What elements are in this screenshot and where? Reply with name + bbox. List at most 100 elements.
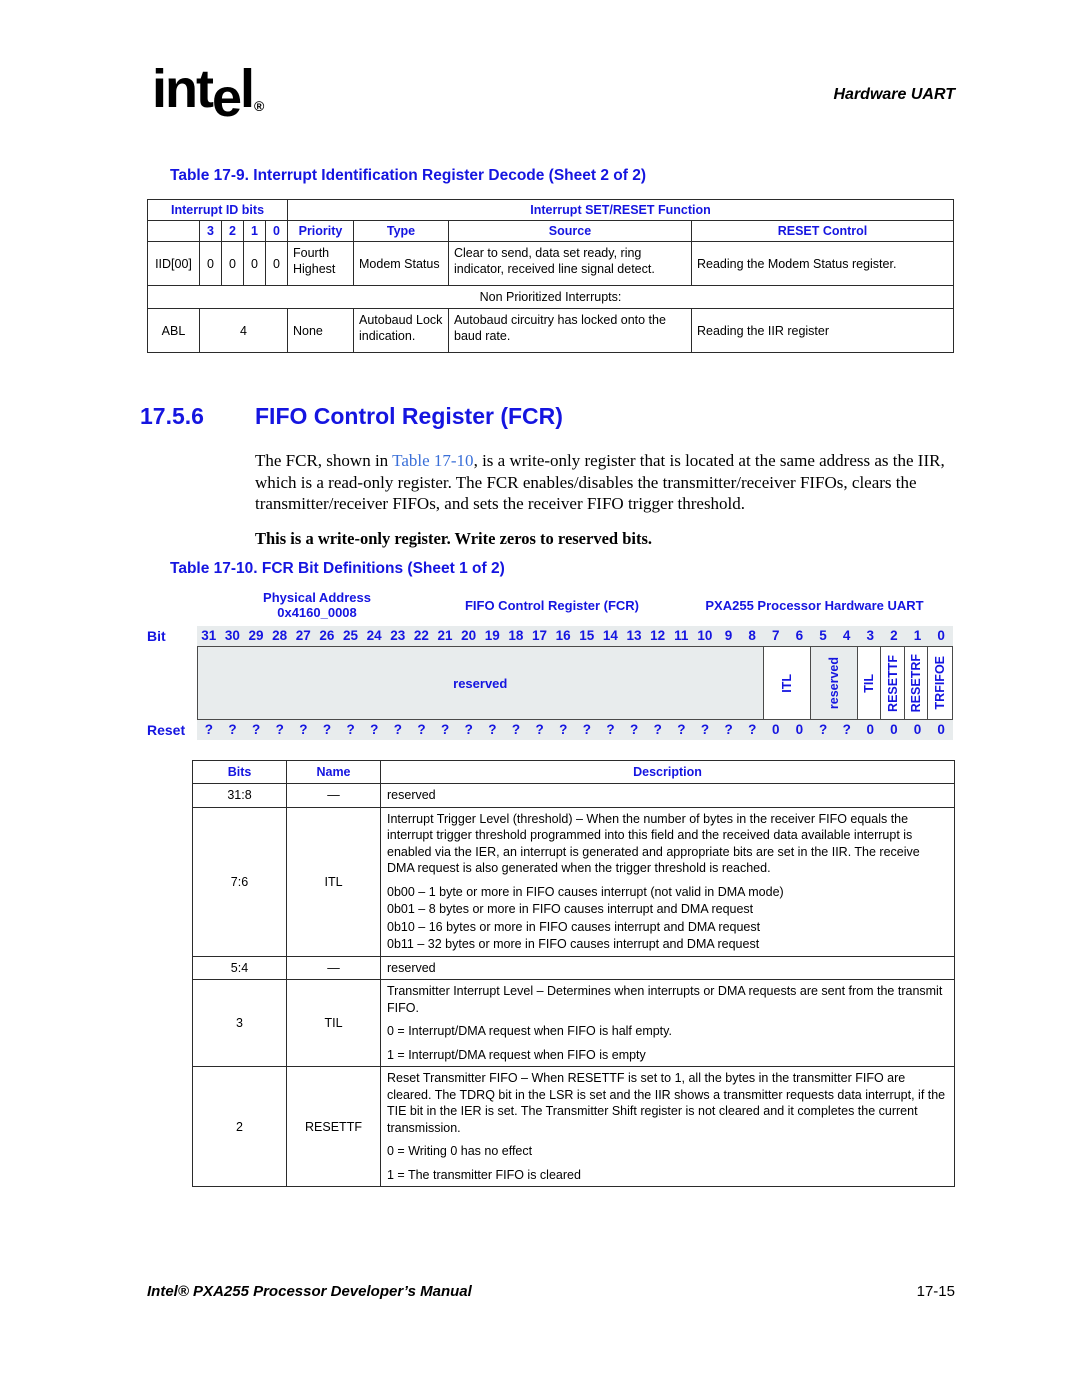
reset-value-bit-27: ?	[299, 722, 308, 737]
cell-name: TIL	[286, 979, 381, 1067]
reset-value-bit-1: 0	[913, 722, 922, 737]
bit-numbers-row: Bit 31 30 29 28 27 26 25 24 23 22 21 20 19 18 17 16 15 14…	[147, 626, 953, 646]
col-group-interrupt-id-bits: Interrupt ID bits	[147, 199, 288, 221]
bit-number-30: 30	[224, 628, 240, 643]
col-source: Source	[448, 220, 692, 242]
col-description: Description	[380, 760, 955, 784]
col-bit-3: 3	[199, 220, 222, 242]
reset-value-bit-28: ?	[275, 722, 284, 737]
register-name-caption: FIFO Control Register (FCR)	[464, 598, 640, 613]
reset-value-bit-2: 0	[890, 722, 898, 737]
description-line: 0b00 – 1 byte or more in FIFO causes int…	[387, 884, 784, 899]
bit-number-25: 25	[343, 628, 359, 643]
reset-value-bit-3: 0	[866, 722, 875, 737]
bit-field-itl: ITL	[763, 647, 811, 719]
cell-priority: Fourth Highest	[287, 241, 354, 286]
fields-row-spacer	[147, 646, 197, 720]
col-bits: Bits	[192, 760, 287, 784]
cell-bit-2: 0	[221, 241, 244, 286]
register-diagram-captions: Physical Address 0x4160_0008 FIFO Contro…	[147, 590, 953, 626]
col-type: Type	[353, 220, 449, 242]
reset-value-bit-5: ?	[818, 722, 828, 737]
cell-priority: None	[287, 308, 354, 353]
reset-value-bit-13: ?	[629, 722, 639, 737]
footer-page-number: 17-15	[916, 1283, 955, 1300]
document-page: intel® Hardware UART Table 17-9. Interru…	[0, 0, 1080, 1397]
paragraph-part-1: The FCR, shown in	[255, 451, 393, 470]
bit-number-3: 3	[866, 628, 875, 643]
description-line: Transmitter Interrupt Level – Determines…	[387, 984, 943, 1015]
bit-number-4: 4	[842, 628, 851, 643]
table-row: 31:8— reserved	[192, 783, 955, 808]
cell-bits: 4	[199, 308, 288, 353]
reset-value-bit-4: ?	[842, 722, 851, 737]
description-line: 0b11 – 32 bytes or more in FIFO causes i…	[387, 937, 760, 951]
cell-bit-0: 0	[265, 241, 288, 286]
bit-field-label: ITL	[779, 673, 794, 693]
table-row-separator: Non Prioritized Interrupts:	[147, 285, 954, 309]
cell-type: Modem Status	[353, 241, 449, 286]
table-row: 5:4— reserved	[192, 955, 955, 980]
reset-value-bit-25: ?	[346, 722, 355, 737]
bit-number-31: 31	[201, 628, 217, 643]
cell-reset-control: Reading the Modem Status register.	[691, 241, 954, 286]
col-id	[147, 220, 200, 242]
bit-field-label: RESETRF	[909, 653, 924, 713]
table-row: 7:6 ITL Interrupt Trigger Level (threshold…	[192, 806, 955, 957]
cell-bits: 3	[192, 979, 287, 1067]
reset-value-bit-29: ?	[251, 722, 261, 737]
cell-name: ITL	[286, 806, 381, 957]
bit-number-7: 7	[772, 628, 780, 643]
cell-description: Interrupt Trigger Level (threshold) – Wh…	[380, 806, 955, 957]
bit-number-24: 24	[366, 628, 382, 643]
cell-name: —	[286, 783, 381, 808]
physical-address-value: 0x4160_0008	[277, 605, 357, 620]
reset-values-strip: ???????????????????????? 0 0?? 0 0 0 0	[197, 720, 953, 740]
bit-number-9: 9	[724, 628, 733, 643]
cell-bits: 7:6	[192, 806, 287, 957]
description-line: reserved	[387, 788, 436, 802]
cell-reset-control: Reading the IIR register	[691, 308, 954, 353]
reset-value-bit-17: ?	[535, 722, 544, 737]
device-name-caption: PXA255 Processor Hardware UART	[705, 598, 924, 613]
reset-value-bit-19: ?	[488, 722, 497, 737]
bit-field-resettf: RESETTF	[881, 647, 905, 719]
bit-number-6: 6	[795, 628, 804, 643]
description-line: 0 = Writing 0 has no effect	[387, 1144, 533, 1158]
reset-value-bit-7: 0	[772, 722, 780, 737]
bit-field-label: TRFIFOE	[933, 656, 948, 710]
bit-number-27: 27	[295, 628, 311, 643]
cell-id: IID[00]	[147, 241, 200, 286]
cell-name: RESETTF	[286, 1066, 381, 1187]
bit-field-label: reserved	[826, 656, 841, 710]
bit-number-5: 5	[819, 628, 827, 643]
cell-name: —	[286, 955, 381, 980]
bit-number-20: 20	[461, 628, 477, 643]
write-only-note: This is a write-only register. Write zer…	[255, 529, 653, 548]
bit-number-0: 0	[937, 628, 945, 643]
reset-value-bit-6: 0	[795, 722, 804, 737]
table-17-10-title: Table 17-10. FCR Bit Definitions (Sheet …	[170, 560, 505, 577]
registered-mark-icon: ®	[254, 98, 265, 114]
bit-field-label: TIL	[862, 673, 877, 693]
reset-value-bit-8: ?	[748, 722, 757, 737]
reset-value-bit-9: ?	[724, 722, 733, 737]
cross-reference-table-17-10[interactable]: Table 17-10	[392, 451, 473, 470]
section-title: FIFO Control Register (FCR)	[255, 403, 563, 429]
cell-bits: 2	[192, 1066, 287, 1187]
bit-number-22: 22	[413, 628, 429, 643]
intel-logo-e: e	[211, 68, 242, 128]
bit-number-10: 10	[697, 628, 713, 643]
reset-value-bit-12: ?	[653, 722, 662, 737]
reset-value-bit-10: ?	[700, 722, 710, 737]
cell-description: reserved	[380, 783, 955, 808]
reset-value-bit-15: ?	[582, 722, 591, 737]
reset-value-bit-20: ?	[464, 722, 473, 737]
bit-row-label: Bit	[147, 628, 166, 644]
col-reset-control: RESET Control	[691, 220, 954, 242]
cell-description: Transmitter Interrupt Level – Determines…	[380, 979, 955, 1067]
cell-description: Reset Transmitter FIFO – When RESETTF is…	[380, 1066, 955, 1187]
reset-values-row: Reset ???????????????????????? 0 0?? 0 0 0 0	[147, 720, 953, 740]
col-priority: Priority	[287, 220, 354, 242]
cell-source: Autobaud circuitry has locked onto the b…	[448, 308, 692, 353]
